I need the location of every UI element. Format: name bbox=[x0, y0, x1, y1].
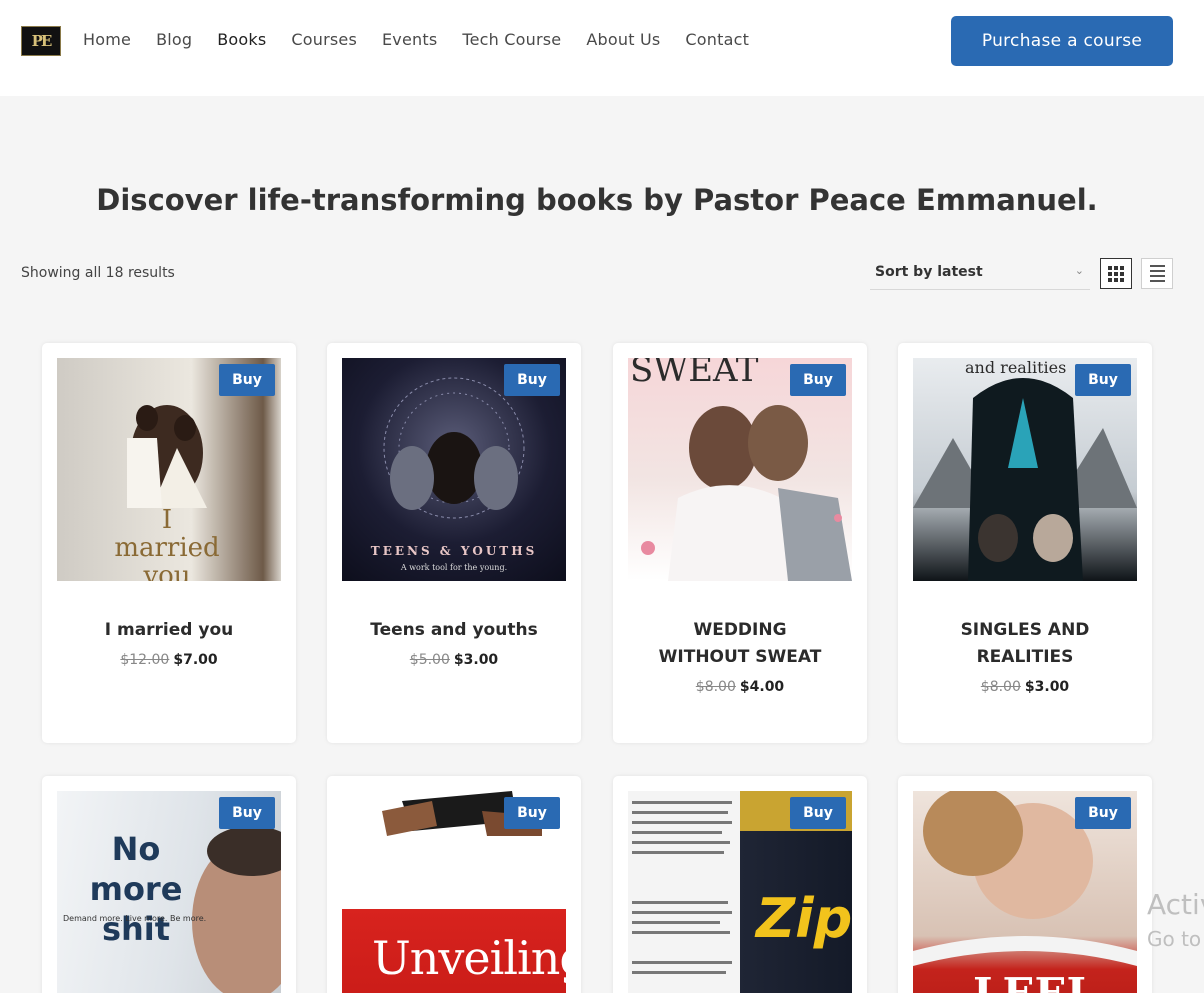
product-card[interactable]: No more shit Demand more. Live more. Be … bbox=[42, 776, 296, 993]
original-price: $5.00 bbox=[409, 652, 450, 668]
product-price: $8.00 $3.00 bbox=[898, 679, 1152, 695]
site-header: PE Home Blog Books Courses Events Tech C… bbox=[0, 0, 1204, 96]
nav-tech-course[interactable]: Tech Course bbox=[462, 30, 561, 50]
product-card[interactable]: and realities Buy SINGLES AND REALITIES $… bbox=[898, 343, 1152, 743]
product-title[interactable]: SINGLES AND REALITIES bbox=[918, 617, 1132, 671]
product-card[interactable]: Zip Buy bbox=[613, 776, 867, 993]
product-card[interactable]: SWEAT Buy WEDDING WITHOUT SWEAT $8.00 $4.0… bbox=[613, 343, 867, 743]
main-nav: Home Blog Books Courses Events Tech Cour… bbox=[83, 30, 774, 50]
buy-button[interactable]: Buy bbox=[790, 797, 846, 829]
product-card[interactable]: LEEL Buy bbox=[898, 776, 1152, 993]
logo-monogram: PE bbox=[31, 32, 53, 50]
nav-contact[interactable]: Contact bbox=[685, 30, 749, 50]
nav-home[interactable]: Home bbox=[83, 30, 131, 50]
cover-title: I married you bbox=[114, 505, 220, 581]
product-title[interactable]: WEDDING WITHOUT SWEAT bbox=[633, 617, 847, 671]
brand-logo-icon[interactable]: PE bbox=[21, 26, 61, 56]
product-price: $5.00 $3.00 bbox=[327, 652, 581, 668]
product-title[interactable]: I married you bbox=[62, 617, 276, 644]
cover-title: Unveiling bbox=[372, 931, 566, 985]
sale-price: $7.00 bbox=[173, 652, 218, 668]
nav-about-us[interactable]: About Us bbox=[586, 30, 660, 50]
sale-price: $3.00 bbox=[1024, 679, 1070, 695]
product-price: $12.00 $7.00 bbox=[42, 652, 296, 668]
sale-price: $3.00 bbox=[453, 652, 499, 668]
cover-title: and realities bbox=[965, 358, 1067, 377]
chevron-down-icon: ⌄ bbox=[1074, 264, 1084, 277]
sort-label: Sort by latest bbox=[875, 264, 983, 280]
cover-title: LEEL bbox=[973, 969, 1096, 993]
buy-button[interactable]: Buy bbox=[504, 797, 560, 829]
sort-select[interactable]: Sort by latest ⌄ bbox=[870, 257, 1090, 290]
original-price: $12.00 bbox=[120, 652, 170, 668]
cover-title: No more shit bbox=[89, 830, 183, 948]
product-title[interactable]: Teens and youths bbox=[347, 617, 561, 644]
buy-button[interactable]: Buy bbox=[1075, 364, 1131, 396]
cover-title: Zip bbox=[756, 887, 852, 950]
product-card[interactable]: TEENS & YOUTHS A work tool for the young… bbox=[327, 343, 581, 743]
product-card[interactable]: I married you Buy I married you $12.00 $7… bbox=[42, 343, 296, 743]
buy-button[interactable]: Buy bbox=[790, 364, 846, 396]
purchase-course-button[interactable]: Purchase a course bbox=[951, 16, 1173, 66]
cover-title: SWEAT bbox=[630, 358, 759, 390]
product-price: $8.00 $4.00 bbox=[613, 679, 867, 695]
grid-view-icon[interactable] bbox=[1100, 258, 1132, 289]
page-title: Discover life-transforming books by Past… bbox=[96, 183, 1098, 217]
buy-button[interactable]: Buy bbox=[219, 364, 275, 396]
nav-courses[interactable]: Courses bbox=[291, 30, 357, 50]
results-count: Showing all 18 results bbox=[21, 265, 175, 281]
cover-title: TEENS & YOUTHS bbox=[370, 544, 538, 558]
sale-price: $4.00 bbox=[739, 679, 785, 695]
buy-button[interactable]: Buy bbox=[504, 364, 560, 396]
activate-windows-watermark: Activ Go to bbox=[1147, 888, 1204, 951]
buy-button[interactable]: Buy bbox=[1075, 797, 1131, 829]
nav-books[interactable]: Books bbox=[217, 30, 266, 50]
buy-button[interactable]: Buy bbox=[219, 797, 275, 829]
list-view-icon[interactable] bbox=[1141, 258, 1173, 289]
original-price: $8.00 bbox=[695, 679, 736, 695]
nav-events[interactable]: Events bbox=[382, 30, 437, 50]
product-card[interactable]: Unveiling Buy bbox=[327, 776, 581, 993]
nav-blog[interactable]: Blog bbox=[156, 30, 192, 50]
cover-subtitle: A work tool for the young. bbox=[400, 563, 508, 572]
cover-subtitle: Demand more. Live more. Be more. bbox=[63, 914, 207, 923]
original-price: $8.00 bbox=[980, 679, 1021, 695]
